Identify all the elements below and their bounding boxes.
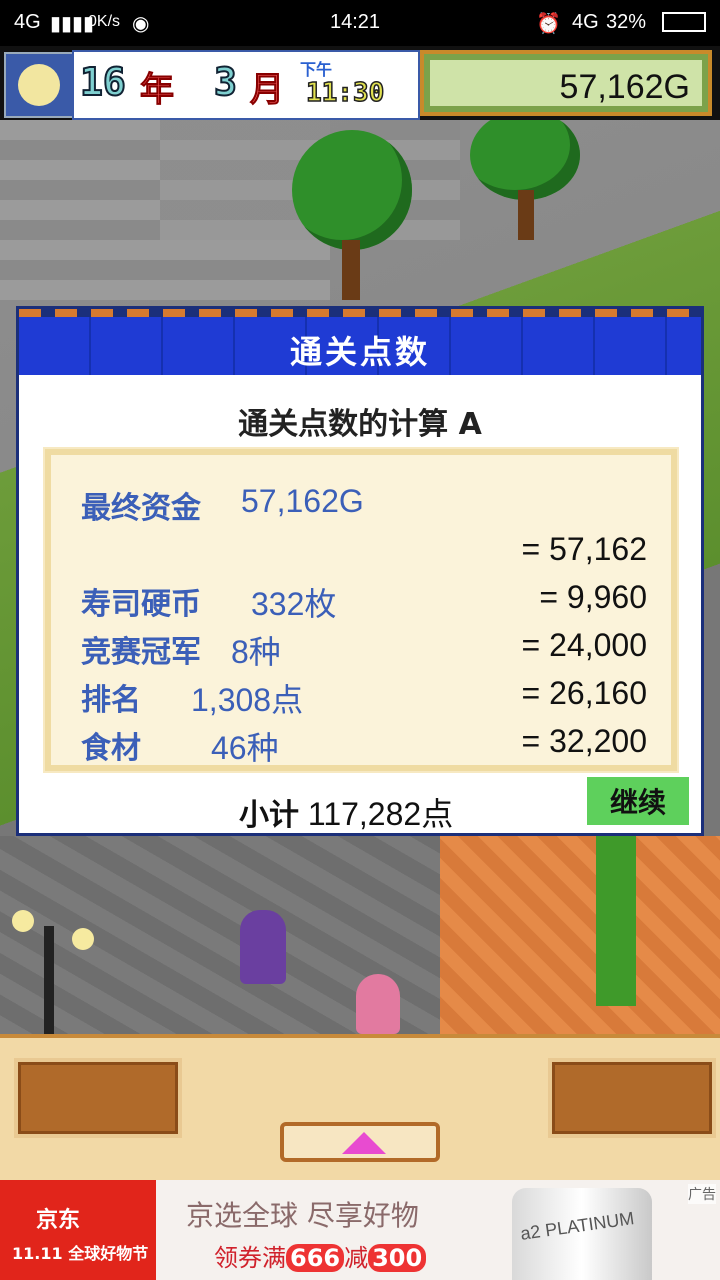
battery-percent: 32% <box>606 11 647 33</box>
score-row-coins: 寿司硬币 332枚 = 9,960 <box>81 579 647 622</box>
year-value: 16 <box>79 59 127 105</box>
ampm-label: 下午 <box>300 60 333 79</box>
lamp-light <box>12 910 34 932</box>
score-row-contests: 竞赛冠军 8种 = 24,000 <box>81 627 647 670</box>
row-result: = 26,160 <box>521 675 647 711</box>
expand-menu-button[interactable] <box>280 1122 440 1162</box>
ad-promo-text: 减 <box>344 1244 369 1272</box>
ad-promo: 领券满 666 减 300 <box>214 1238 427 1273</box>
tree-trunk <box>518 190 534 240</box>
menu-slot-right[interactable] <box>548 1058 716 1138</box>
score-row-funds-result: = 57,162 <box>81 531 647 571</box>
ad-fest-text: 全球好物节 <box>68 1244 149 1263</box>
menu-slot-left[interactable] <box>14 1058 182 1138</box>
product-image: a2 PLATINUM <box>512 1188 652 1280</box>
clear-points-dialog: 通关点数 通关点数的计算 A 最终资金 57,162G = 57,162 寿司硬… <box>16 306 704 836</box>
year-unit: 年 <box>140 70 175 111</box>
row-value: 332枚 <box>251 586 337 622</box>
row-value: 46种 <box>211 730 279 766</box>
tree-trunk <box>342 240 360 300</box>
row-value: 57,162G <box>241 483 364 519</box>
pedestrian[interactable] <box>240 910 286 984</box>
continue-button[interactable]: 继续 <box>587 777 689 825</box>
row-value: 8种 <box>231 634 281 670</box>
money-display: 57,162G <box>420 50 712 116</box>
game-date: 16 年 3 月 下午 11:30 <box>72 50 420 120</box>
row-result: = 32,200 <box>521 723 647 759</box>
score-row-funds: 最终资金 57,162G <box>81 483 647 525</box>
arrow-up-icon <box>342 1132 386 1154</box>
row-value: 1,308点 <box>191 682 304 718</box>
net-right: 4G <box>572 11 599 33</box>
alarm-icon: ⏰ <box>536 13 561 35</box>
row-result: = 9,960 <box>539 579 647 615</box>
game-clock: 11:30 <box>305 77 385 109</box>
month-value: 3 <box>213 59 238 105</box>
row-label: 排名 <box>81 684 141 717</box>
tree <box>470 120 580 200</box>
clock: 14:21 <box>330 11 381 33</box>
street-lamp <box>44 926 54 1034</box>
calculation-title: 通关点数的计算 A <box>238 407 482 442</box>
product-label: a2 PLATINUM <box>519 1208 636 1244</box>
subtotal: 小计 117,282点 <box>239 789 453 835</box>
ad-fest-prefix: 11.11 <box>12 1244 63 1263</box>
lamp-light <box>72 928 94 950</box>
row-label: 竞赛冠军 <box>81 636 201 669</box>
ad-promo-text: 领券满 <box>214 1244 286 1272</box>
ad-promo-discount: 300 <box>368 1244 427 1272</box>
ad-tag[interactable]: 广告 <box>688 1184 716 1204</box>
month-unit: 月 <box>250 70 285 111</box>
moon-icon <box>4 52 74 118</box>
score-panel: 最终资金 57,162G = 57,162 寿司硬币 332枚 = 9,960 … <box>43 447 679 773</box>
subtotal-label: 小计 <box>239 799 299 832</box>
wechat-icon: ◉ <box>132 13 150 35</box>
status-bar: 4G ▮▮▮▮ 0K/s ◉ 14:21 ⏰ 4G 32% <box>0 0 720 46</box>
row-label: 最终资金 <box>81 492 201 525</box>
ad-headline: 京选全球 尽享好物 <box>186 1199 419 1232</box>
ad-promo-amount: 666 <box>286 1244 345 1272</box>
dialog-title: 通关点数 <box>289 333 430 371</box>
ad-brand-block[interactable]: 京东 11.11 全球好物节 <box>0 1180 156 1280</box>
score-row-ranking: 排名 1,308点 = 26,160 <box>81 675 647 718</box>
bottom-menu-panel <box>0 1034 720 1180</box>
bamboo-plant <box>596 836 636 1006</box>
shop-floor <box>440 836 720 1034</box>
net-speed: 0K/s <box>88 13 121 30</box>
dialog-header: 通关点数 <box>19 309 701 375</box>
row-result: = 24,000 <box>521 627 647 663</box>
row-result: = 57,162 <box>521 531 647 567</box>
pedestrian[interactable] <box>356 974 400 1034</box>
battery-icon <box>662 12 706 32</box>
subtotal-value: 117,282点 <box>307 796 454 832</box>
jd-logo: 京东 <box>36 1208 81 1233</box>
ad-banner[interactable]: 京东 11.11 全球好物节 京选全球 尽享好物 领券满 666 减 300 a2 P… <box>0 1180 720 1280</box>
network-indicator: 4G <box>14 11 41 33</box>
tree <box>292 130 412 250</box>
ad-fest-label: 11.11 全球好物节 <box>12 1240 148 1264</box>
row-label: 食材 <box>81 732 141 765</box>
money-value: 57,162G <box>559 68 690 106</box>
row-label: 寿司硬币 <box>81 588 201 621</box>
score-row-ingredients: 食材 46种 = 32,200 <box>81 723 647 766</box>
